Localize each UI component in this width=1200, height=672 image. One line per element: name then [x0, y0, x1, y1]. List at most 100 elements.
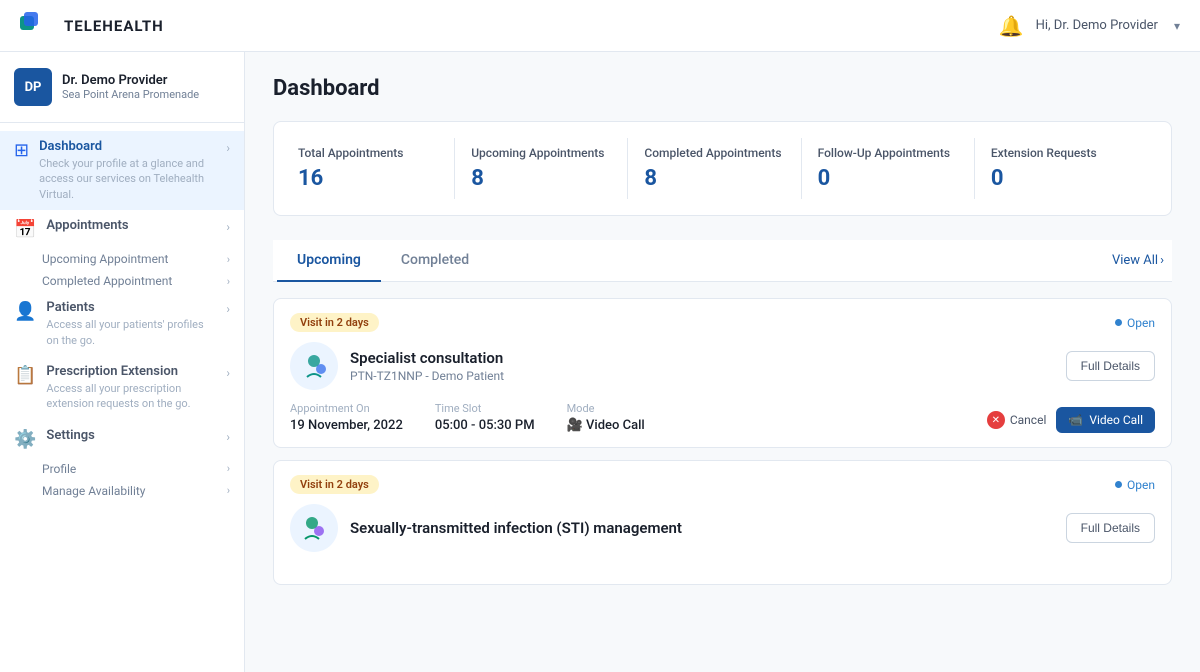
sidebar-subitem-manage-availability[interactable]: Manage Availability ›	[42, 480, 244, 502]
user-greeting: Hi, Dr. Demo Provider	[1036, 18, 1158, 33]
patients-label: Patients	[46, 300, 216, 315]
stat-total-appointments: Total Appointments 16	[298, 138, 455, 199]
stat-upcoming-label: Upcoming Appointments	[471, 146, 611, 160]
avatar: DP	[14, 68, 52, 106]
profile-label: Profile	[42, 462, 76, 476]
chevron-down-icon[interactable]: ▾	[1174, 19, 1180, 33]
upcoming-appt-arrow-icon: ›	[227, 253, 230, 266]
visit-badge: Visit in 2 days	[290, 313, 379, 332]
video-call-icon: 📹	[1068, 413, 1083, 427]
status-dot	[1115, 319, 1122, 326]
tab-completed[interactable]: Completed	[381, 240, 489, 282]
settings-sub-items: Profile › Manage Availability ›	[0, 458, 244, 502]
sidebar-item-patients[interactable]: 👤 Patients Access all your patients' pro…	[0, 292, 244, 356]
user-info: Dr. Demo Provider Sea Point Arena Promen…	[62, 73, 199, 101]
manage-availability-label: Manage Availability	[42, 484, 145, 498]
patients-desc: Access all your patients' profiles on th…	[46, 317, 216, 348]
sidebar: DP Dr. Demo Provider Sea Point Arena Pro…	[0, 52, 245, 672]
prescription-icon: 📋	[14, 365, 36, 386]
full-details-button[interactable]: Full Details	[1066, 513, 1155, 543]
stat-upcoming-appointments: Upcoming Appointments 8	[455, 138, 628, 199]
bell-icon[interactable]: 🔔	[999, 14, 1024, 38]
appointment-info: Specialist consultation PTN-TZ1NNP - Dem…	[350, 349, 1054, 383]
appointment-date: 19 November, 2022	[290, 418, 403, 433]
appointments-list: Visit in 2 days Open	[273, 298, 1172, 585]
stat-completed-value: 8	[644, 166, 784, 191]
stat-extension-value: 0	[991, 166, 1131, 191]
patients-arrow-icon: ›	[226, 302, 230, 316]
tabs-row: Upcoming Completed View All ›	[273, 240, 1172, 282]
status-badge: Open	[1115, 478, 1155, 492]
mode-group: Mode 🎥 Video Call	[567, 402, 645, 433]
sidebar-item-dashboard[interactable]: ⊞ Dashboard Check your profile at a glan…	[0, 131, 244, 210]
appointments-sub-items: Upcoming Appointment › Completed Appoint…	[0, 248, 244, 292]
completed-appt-label: Completed Appointment	[42, 274, 172, 288]
logo-icon	[20, 12, 56, 40]
visit-badge: Visit in 2 days	[290, 475, 379, 494]
video-icon: 🎥	[567, 418, 583, 433]
dashboard-label: Dashboard	[39, 139, 216, 154]
appointment-on-group: Appointment On 19 November, 2022	[290, 402, 403, 433]
stats-row: Total Appointments 16 Upcoming Appointme…	[273, 121, 1172, 216]
stat-followup-value: 0	[818, 166, 958, 191]
nav-items: ⊞ Dashboard Check your profile at a glan…	[0, 123, 244, 510]
cancel-button[interactable]: ✕ Cancel	[987, 411, 1047, 429]
appointment-title: Specialist consultation	[350, 349, 1054, 367]
user-org: Sea Point Arena Promenade	[62, 88, 199, 101]
video-call-button[interactable]: 📹 Video Call	[1056, 407, 1155, 433]
appointment-icon	[290, 342, 338, 390]
time-slot-label: Time Slot	[435, 402, 535, 415]
stat-extension-requests: Extension Requests 0	[975, 138, 1147, 199]
sidebar-item-settings[interactable]: ⚙️ Settings ›	[0, 420, 244, 458]
sidebar-subitem-profile[interactable]: Profile ›	[42, 458, 244, 480]
dashboard-desc: Check your profile at a glance and acces…	[39, 156, 216, 202]
appointment-title: Sexually-transmitted infection (STI) man…	[350, 519, 1054, 537]
cancel-icon: ✕	[987, 411, 1005, 429]
nav-right: 🔔 Hi, Dr. Demo Provider ▾	[999, 14, 1180, 38]
profile-arrow-icon: ›	[227, 462, 230, 475]
appointment-mode: 🎥 Video Call	[567, 418, 645, 433]
full-details-button[interactable]: Full Details	[1066, 351, 1155, 381]
prescription-arrow-icon: ›	[226, 366, 230, 380]
user-card: DP Dr. Demo Provider Sea Point Arena Pro…	[0, 52, 244, 123]
mode-label: Mode	[567, 402, 645, 415]
prescription-label: Prescription Extension	[46, 364, 216, 379]
stat-followup-appointments: Follow-Up Appointments 0	[802, 138, 975, 199]
settings-label: Settings	[46, 428, 216, 443]
patients-icon: 👤	[14, 301, 36, 322]
appointment-patient: PTN-TZ1NNP - Demo Patient	[350, 369, 1054, 383]
page-title: Dashboard	[273, 76, 1172, 101]
user-name: Dr. Demo Provider	[62, 73, 199, 88]
topnav: TELEHEALTH 🔔 Hi, Dr. Demo Provider ▾	[0, 0, 1200, 52]
time-slot-group: Time Slot 05:00 - 05:30 PM	[435, 402, 535, 433]
layout: DP Dr. Demo Provider Sea Point Arena Pro…	[0, 52, 1200, 672]
stat-extension-label: Extension Requests	[991, 146, 1131, 160]
prescription-desc: Access all your prescription extension r…	[46, 381, 216, 412]
stat-completed-label: Completed Appointments	[644, 146, 784, 160]
appointment-icon	[290, 504, 338, 552]
main-content: Dashboard Total Appointments 16 Upcoming…	[245, 52, 1200, 672]
stat-total-label: Total Appointments	[298, 146, 438, 160]
view-all-link[interactable]: View All ›	[1108, 241, 1168, 280]
appointment-time: 05:00 - 05:30 PM	[435, 418, 535, 433]
appointment-card: Visit in 2 days Open	[273, 298, 1172, 448]
sidebar-item-prescription[interactable]: 📋 Prescription Extension Access all your…	[0, 356, 244, 420]
appointment-on-label: Appointment On	[290, 402, 403, 415]
status-dot	[1115, 481, 1122, 488]
appointments-label: Appointments	[46, 218, 216, 233]
appointment-actions: ✕ Cancel 📹 Video Call	[987, 407, 1155, 433]
sidebar-subitem-upcoming-appointment[interactable]: Upcoming Appointment ›	[42, 248, 244, 270]
status-badge: Open	[1115, 316, 1155, 330]
view-all-arrow-icon: ›	[1160, 253, 1164, 268]
logo-area: TELEHEALTH	[20, 12, 164, 40]
sidebar-subitem-completed-appointment[interactable]: Completed Appointment ›	[42, 270, 244, 292]
sidebar-item-appointments[interactable]: 📅 Appointments ›	[0, 210, 244, 248]
stat-total-value: 16	[298, 166, 438, 191]
appointment-info: Sexually-transmitted infection (STI) man…	[350, 519, 1054, 537]
stat-upcoming-value: 8	[471, 166, 611, 191]
upcoming-appt-label: Upcoming Appointment	[42, 252, 169, 266]
settings-arrow-icon: ›	[226, 430, 230, 444]
dashboard-arrow-icon: ›	[226, 141, 230, 155]
appointment-card: Visit in 2 days Open	[273, 460, 1172, 585]
tab-upcoming[interactable]: Upcoming	[277, 240, 381, 282]
